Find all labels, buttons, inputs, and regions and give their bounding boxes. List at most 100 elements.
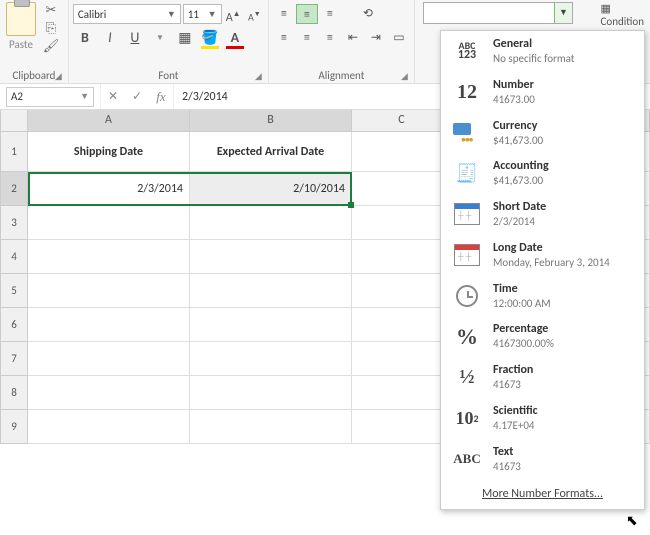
cell[interactable] xyxy=(190,376,352,410)
alignment-dialog-launcher[interactable]: ◢ xyxy=(401,71,411,81)
cell[interactable] xyxy=(352,274,452,308)
font-name-combo[interactable]: Calibri▼ xyxy=(73,4,181,24)
fx-icon[interactable]: fx xyxy=(149,89,173,105)
enter-icon[interactable]: ✓ xyxy=(125,89,149,104)
row-header[interactable]: 3 xyxy=(0,206,28,240)
cell[interactable] xyxy=(190,342,352,376)
row-header[interactable]: 1 xyxy=(0,132,28,172)
border-button[interactable]: ▦ xyxy=(173,28,197,50)
number-icon: 12 xyxy=(451,78,483,106)
scientific-icon: 102 xyxy=(451,404,483,432)
merge-cells-icon[interactable]: ▭ xyxy=(388,28,410,48)
format-currency[interactable]: Currency$41,673.00 xyxy=(441,113,644,154)
align-right-icon[interactable]: ≡ xyxy=(319,28,341,48)
align-left-icon[interactable]: ≡ xyxy=(273,28,295,48)
format-text[interactable]: ABC Text41673 xyxy=(441,439,644,480)
row-header[interactable]: 6 xyxy=(0,308,28,342)
format-general[interactable]: ABC123 GeneralNo specific format xyxy=(441,31,644,72)
cell-C1[interactable] xyxy=(352,132,452,172)
cut-icon[interactable]: ✂ xyxy=(40,2,62,20)
font-size-combo[interactable]: 11 ▼ xyxy=(183,4,222,24)
cell[interactable] xyxy=(352,240,452,274)
cell[interactable] xyxy=(190,308,352,342)
row-header[interactable]: 4 xyxy=(0,240,28,274)
col-header-C[interactable]: C xyxy=(352,110,452,132)
cell[interactable] xyxy=(352,376,452,410)
cell-B2[interactable]: 2/10/2014 xyxy=(190,172,352,206)
cell[interactable] xyxy=(28,274,190,308)
cursor-icon: ⬉ xyxy=(626,512,638,529)
cell[interactable] xyxy=(28,342,190,376)
currency-icon xyxy=(451,119,483,147)
format-long-date[interactable]: Long DateMonday, February 3, 2014 xyxy=(441,235,644,276)
format-number[interactable]: 12 Number41673.00 xyxy=(441,72,644,113)
decrease-indent-icon[interactable]: ⇤ xyxy=(342,28,364,48)
chevron-down-icon: ▼ xyxy=(554,3,572,23)
cell[interactable] xyxy=(28,206,190,240)
number-format-value xyxy=(424,3,428,17)
cell-A2[interactable]: 2/3/2014 xyxy=(28,172,190,206)
cell[interactable] xyxy=(28,308,190,342)
accounting-icon: 🧾 xyxy=(451,160,483,188)
row-header[interactable]: 7 xyxy=(0,342,28,376)
cell[interactable] xyxy=(190,274,352,308)
orientation-icon[interactable]: ⟲ xyxy=(357,4,379,24)
text-icon: ABC xyxy=(451,445,483,473)
increase-indent-icon[interactable]: ⇥ xyxy=(365,28,387,48)
align-bottom-icon[interactable]: ≡ xyxy=(319,4,341,24)
align-middle-icon[interactable]: ≡ xyxy=(296,4,318,24)
align-center-icon[interactable]: ≡ xyxy=(296,28,318,48)
general-icon: ABC123 xyxy=(451,37,483,65)
cell-C2[interactable] xyxy=(352,172,452,206)
align-top-icon[interactable]: ≡ xyxy=(273,4,295,24)
clipboard-dialog-launcher[interactable]: ◢ xyxy=(55,71,65,81)
cell[interactable] xyxy=(28,376,190,410)
cell[interactable] xyxy=(352,206,452,240)
decrease-font-icon[interactable]: A▼ xyxy=(245,4,264,24)
format-short-date[interactable]: Short Date2/3/2014 xyxy=(441,194,644,235)
cell[interactable] xyxy=(28,410,190,444)
format-time[interactable]: Time12:00:00 AM xyxy=(441,276,644,317)
cancel-icon[interactable]: ✕ xyxy=(101,89,125,104)
format-scientific[interactable]: 102 Scientific4.17E+04 xyxy=(441,398,644,439)
name-box[interactable]: A2 ▼ xyxy=(6,87,94,107)
cell[interactable] xyxy=(190,240,352,274)
format-fraction[interactable]: ½ Fraction41673 xyxy=(441,357,644,398)
cell[interactable] xyxy=(352,342,452,376)
format-painter-icon[interactable]: 🖌 xyxy=(40,38,62,56)
col-header-B[interactable]: B xyxy=(190,110,352,132)
number-format-combo[interactable]: ▼ xyxy=(423,2,573,24)
font-dialog-launcher[interactable]: ◢ xyxy=(255,71,265,81)
cell[interactable] xyxy=(28,240,190,274)
font-size-value: 11 xyxy=(188,8,199,21)
paste-button[interactable]: Paste xyxy=(4,2,38,62)
select-all-corner[interactable] xyxy=(0,110,28,132)
fill-color-button[interactable]: 🪣 xyxy=(198,28,222,50)
copy-icon[interactable]: ⎘ xyxy=(40,20,62,38)
conditional-format-cut[interactable]: ▦ Condition xyxy=(601,2,644,28)
row-header[interactable]: 2 xyxy=(0,172,28,206)
col-header-A[interactable]: A xyxy=(28,110,190,132)
cell[interactable] xyxy=(190,206,352,240)
group-label-alignment: Alignment xyxy=(269,69,414,82)
cell-A1[interactable]: Shipping Date xyxy=(28,132,190,172)
underline-button[interactable]: U xyxy=(123,28,147,50)
row-header[interactable]: 5 xyxy=(0,274,28,308)
bold-button[interactable]: B xyxy=(73,28,97,50)
font-color-button[interactable]: A xyxy=(223,28,247,50)
chevron-down-icon: ▼ xyxy=(80,91,89,102)
cell[interactable] xyxy=(352,410,452,444)
fill-handle[interactable] xyxy=(348,202,354,208)
chevron-down-icon: ▼ xyxy=(208,9,217,20)
cell-B1[interactable]: Expected Arrival Date xyxy=(190,132,352,172)
row-header[interactable]: 8 xyxy=(0,376,28,410)
underline-drop-icon[interactable]: ▼ xyxy=(148,28,172,50)
row-header[interactable]: 9 xyxy=(0,410,28,444)
more-number-formats[interactable]: More Number Formats... xyxy=(441,479,644,509)
format-percentage[interactable]: % Percentage4167300.00% xyxy=(441,316,644,357)
cell[interactable] xyxy=(190,410,352,444)
format-accounting[interactable]: 🧾 Accounting$41,673.00 xyxy=(441,153,644,194)
cell[interactable] xyxy=(352,308,452,342)
increase-font-icon[interactable]: A▲ xyxy=(224,4,243,24)
italic-button[interactable]: I xyxy=(98,28,122,50)
